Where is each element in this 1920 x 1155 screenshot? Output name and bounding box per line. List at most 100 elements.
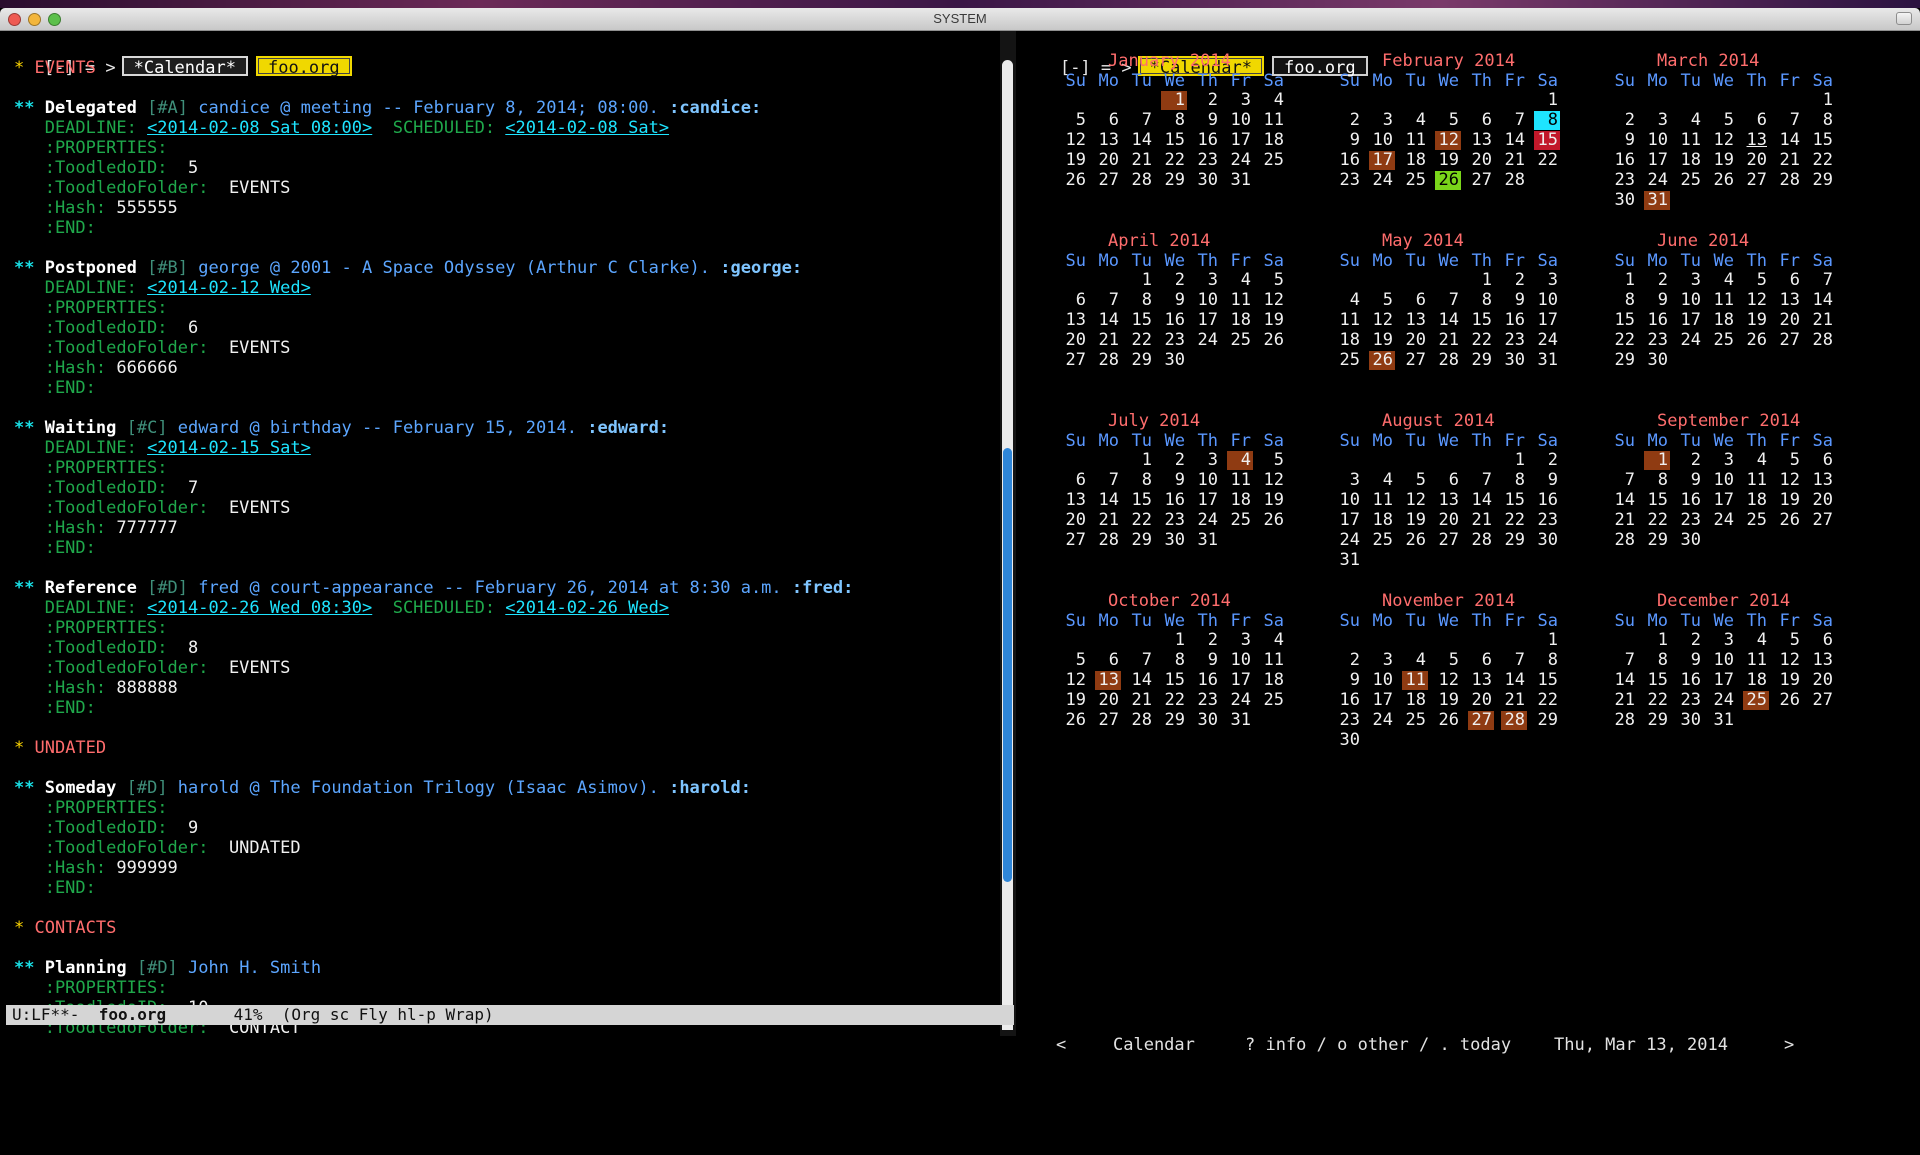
calendar-day[interactable]: 27 xyxy=(1062,351,1088,370)
calendar-day[interactable]: 18 xyxy=(1677,151,1703,170)
calendar-day[interactable]: 13 xyxy=(1809,471,1835,490)
buffer-line[interactable]: * CONTACTS xyxy=(14,918,853,938)
calendar-day[interactable]: 17 xyxy=(1369,691,1395,710)
calendar-day[interactable]: 9 xyxy=(1501,291,1527,310)
calendar-day[interactable]: 19 xyxy=(1062,151,1088,170)
calendar-day[interactable]: 27 xyxy=(1062,531,1088,550)
calendar-day[interactable]: 19 xyxy=(1260,491,1286,510)
calendar-day[interactable]: 3 xyxy=(1369,651,1395,670)
calendar-day[interactable]: 7 xyxy=(1809,271,1835,290)
buffer-line[interactable]: :ToodledoID: 7 xyxy=(14,478,853,498)
calendar-day[interactable]: 5 xyxy=(1260,271,1286,290)
calendar-day[interactable]: 20 xyxy=(1468,151,1494,170)
calendar-day[interactable]: 15 xyxy=(1611,311,1637,330)
calendar-day[interactable]: 31 xyxy=(1194,531,1220,550)
calendar-day[interactable]: 17 xyxy=(1227,131,1253,150)
calendar-day[interactable]: 1 xyxy=(1161,631,1187,650)
calendar-day[interactable]: 18 xyxy=(1402,151,1428,170)
timestamp-link[interactable]: <2014-02-08 Sat 08:00> xyxy=(147,118,372,138)
calendar-day[interactable]: 15 xyxy=(1644,491,1670,510)
calendar-day[interactable]: 27 xyxy=(1468,171,1494,190)
calendar-day[interactable]: 21 xyxy=(1501,691,1527,710)
calendar-day[interactable]: 20 xyxy=(1402,331,1428,350)
calendar-day[interactable]: 27 xyxy=(1809,511,1835,530)
calendar-day[interactable]: 22 xyxy=(1468,331,1494,350)
calendar-day[interactable]: 28 xyxy=(1611,531,1637,550)
calendar-day[interactable]: 28 xyxy=(1776,171,1802,190)
calendar-day[interactable]: 22 xyxy=(1809,151,1835,170)
buffer-line[interactable]: :Hash: 888888 xyxy=(14,678,853,698)
calendar-day[interactable]: 1 xyxy=(1611,271,1637,290)
calendar-day[interactable]: 11 xyxy=(1677,131,1703,150)
calendar-day[interactable]: 2 xyxy=(1677,451,1703,470)
calendar-day[interactable]: 26 xyxy=(1260,511,1286,530)
calendar-day[interactable]: 4 xyxy=(1677,111,1703,130)
buffer-line[interactable]: :PROPERTIES: xyxy=(14,798,853,818)
calendar-day[interactable]: 20 xyxy=(1809,491,1835,510)
calendar-day[interactable]: 20 xyxy=(1776,311,1802,330)
calendar-day[interactable]: 16 xyxy=(1161,491,1187,510)
calendar-day[interactable]: 27 xyxy=(1435,531,1461,550)
calendar-day[interactable]: 2 xyxy=(1611,111,1637,130)
calendar-day[interactable]: 25 xyxy=(1402,711,1428,730)
calendar-day[interactable]: 8 xyxy=(1534,111,1560,130)
calendar-day[interactable]: 15 xyxy=(1534,671,1560,690)
calendar-day[interactable]: 1 xyxy=(1644,631,1670,650)
calendar-day[interactable]: 11 xyxy=(1710,291,1736,310)
calendar-day[interactable]: 2 xyxy=(1677,631,1703,650)
calendar-day[interactable]: 5 xyxy=(1402,471,1428,490)
calendar-day[interactable]: 28 xyxy=(1095,351,1121,370)
calendar-day[interactable]: 16 xyxy=(1161,311,1187,330)
buffer-line[interactable]: :END: xyxy=(14,698,853,718)
calendar-day[interactable]: 26 xyxy=(1776,691,1802,710)
calendar-day[interactable]: 13 xyxy=(1062,491,1088,510)
calendar-day[interactable]: 12 xyxy=(1062,671,1088,690)
calendar-day[interactable]: 17 xyxy=(1194,311,1220,330)
calendar-day[interactable]: 5 xyxy=(1062,651,1088,670)
calendar-day[interactable]: 4 xyxy=(1260,91,1286,110)
calendar-day[interactable]: 28 xyxy=(1128,171,1154,190)
calendar-day[interactable]: 3 xyxy=(1369,111,1395,130)
calendar-day[interactable]: 12 xyxy=(1435,671,1461,690)
buffer-line[interactable]: ** Waiting [#C] edward @ birthday -- Feb… xyxy=(14,418,853,438)
buffer-line[interactable]: :PROPERTIES: xyxy=(14,978,853,998)
calendar-day[interactable]: 16 xyxy=(1611,151,1637,170)
calendar-day[interactable]: 10 xyxy=(1677,291,1703,310)
calendar-day[interactable]: 23 xyxy=(1161,511,1187,530)
calendar-day[interactable]: 29 xyxy=(1468,351,1494,370)
calendar-day[interactable]: 3 xyxy=(1194,451,1220,470)
calendar-day[interactable]: 21 xyxy=(1468,511,1494,530)
calendar-day[interactable]: 18 xyxy=(1260,131,1286,150)
calendar-day[interactable]: 30 xyxy=(1644,351,1670,370)
calendar-day[interactable]: 4 xyxy=(1369,471,1395,490)
calendar-day[interactable]: 13 xyxy=(1776,291,1802,310)
calendar-day[interactable]: 22 xyxy=(1611,331,1637,350)
calendar-day[interactable]: 6 xyxy=(1095,651,1121,670)
calendar-day[interactable]: 19 xyxy=(1776,671,1802,690)
calendar-day[interactable]: 11 xyxy=(1260,651,1286,670)
calendar-day[interactable]: 17 xyxy=(1194,491,1220,510)
calendar-day[interactable]: 14 xyxy=(1128,671,1154,690)
calendar-day[interactable]: 6 xyxy=(1402,291,1428,310)
calendar-day[interactable]: 10 xyxy=(1227,651,1253,670)
calendar-day[interactable]: 28 xyxy=(1501,171,1527,190)
buffer-line[interactable]: :ToodledoID: 5 xyxy=(14,158,853,178)
buffer-line[interactable]: ** Planning [#D] John H. Smith xyxy=(14,958,853,978)
calendar-day[interactable]: 2 xyxy=(1336,111,1362,130)
calendar-day[interactable]: 30 xyxy=(1194,711,1220,730)
calendar-day[interactable]: 24 xyxy=(1710,691,1736,710)
calendar-day[interactable]: 13 xyxy=(1435,491,1461,510)
calendar-day[interactable]: 11 xyxy=(1369,491,1395,510)
toolbar-toggle-button[interactable] xyxy=(1896,12,1912,25)
buffer-line[interactable]: ** Delegated [#A] candice @ meeting -- F… xyxy=(14,98,853,118)
calendar-day[interactable]: 4 xyxy=(1743,631,1769,650)
calendar-day[interactable]: 18 xyxy=(1402,691,1428,710)
calendar-day[interactable]: 24 xyxy=(1369,171,1395,190)
calendar-day[interactable]: 7 xyxy=(1611,651,1637,670)
calendar-day[interactable]: 21 xyxy=(1776,151,1802,170)
calendar-day[interactable]: 12 xyxy=(1260,471,1286,490)
calendar-day[interactable]: 5 xyxy=(1435,111,1461,130)
calendar-day[interactable]: 8 xyxy=(1644,471,1670,490)
calendar-day[interactable]: 5 xyxy=(1369,291,1395,310)
mode-line-buffer-name[interactable]: foo.org xyxy=(99,1005,166,1024)
